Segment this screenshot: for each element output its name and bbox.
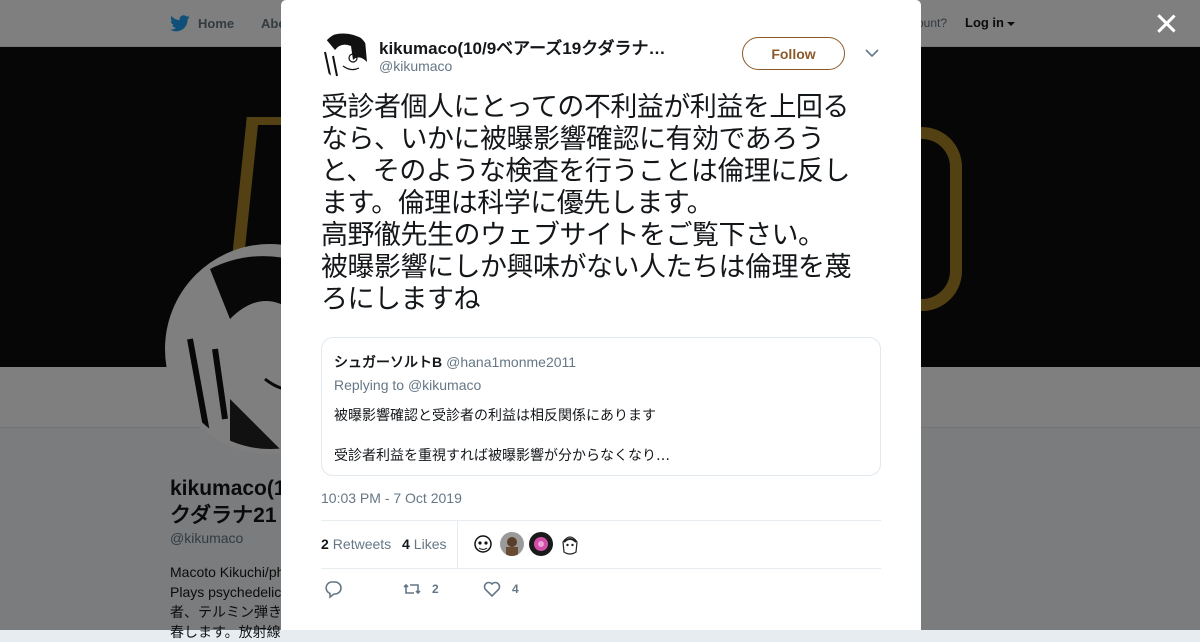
likes-count: 4 — [402, 536, 410, 552]
close-icon[interactable] — [1152, 10, 1180, 38]
reply-icon — [325, 581, 342, 599]
tweet-text-line: と、そのような検査を行うことは倫理に反し — [321, 156, 850, 187]
reply-button[interactable] — [323, 579, 343, 599]
liker-avatar[interactable] — [500, 532, 524, 556]
quoted-author-handle: @hana1monme2011 — [446, 354, 577, 370]
replying-mention-link[interactable]: @kikumaco — [408, 377, 481, 393]
replying-to: Replying to @kikumaco — [334, 377, 481, 393]
tweet-stats: 2 Retweets 4 Likes — [321, 520, 881, 569]
like-count: 4 — [512, 582, 519, 596]
likes-stat[interactable]: 4 Likes — [402, 536, 446, 552]
stats-divider — [457, 521, 458, 568]
quoted-tweet-card[interactable]: シュガーソルトB @hana1monme2011 Replying to @kik… — [321, 337, 881, 476]
tweet-timestamp[interactable]: 10:03 PM - 7 Oct 2019 — [321, 490, 462, 506]
tweet-modal: kikumaco(10/9ベアーズ19クダラナ… @kikumaco Follo… — [281, 0, 921, 630]
liker-avatar[interactable] — [529, 532, 553, 556]
retweets-count: 2 — [321, 536, 329, 552]
like-button[interactable]: 4 — [482, 579, 519, 599]
retweet-count: 2 — [432, 582, 439, 596]
tweet-text: 受診者個人にとっての不利益が利益を上回る なら、いかに被曝影響確認に有効であろう… — [321, 92, 886, 316]
quoted-text-line: 受診者利益を重視すれば被曝影響が分からなくなり… — [334, 448, 670, 464]
author-avatar[interactable] — [321, 32, 369, 80]
liker-avatar[interactable] — [471, 532, 495, 556]
quoted-author-name: シュガーソルトB — [334, 354, 443, 370]
heart-icon — [483, 581, 501, 598]
likes-label: Likes — [413, 536, 447, 552]
retweet-icon — [403, 583, 421, 595]
tweet-text-line: なら、いかに被曝影響確認に有効であろう — [321, 124, 825, 155]
quoted-text-line: 被曝影響確認と受診者の利益は相反関係にあります — [334, 408, 656, 424]
replying-prefix: Replying to — [334, 377, 405, 393]
tweet-text-line: 高野徹先生のウェブサイトをご覧下さい。 — [321, 220, 825, 251]
tweet-text-line: 受診者個人にとっての不利益が利益を上回る — [321, 92, 849, 123]
retweets-stat[interactable]: 2 Retweets — [321, 536, 391, 552]
retweet-button[interactable]: 2 — [402, 579, 439, 599]
tweet-actions: 2 4 — [321, 575, 881, 605]
chevron-down-icon[interactable] — [865, 48, 879, 58]
quoted-author: シュガーソルトB @hana1monme2011 — [334, 352, 576, 372]
tweet-text-line: ます。倫理は科学に優先します。 — [321, 188, 714, 219]
author-name[interactable]: kikumaco(10/9ベアーズ19クダラナ… — [379, 34, 694, 59]
avatar-illustration — [321, 32, 369, 80]
tweet-text-line: ろにしますね — [321, 284, 481, 315]
author-handle[interactable]: @kikumaco — [379, 58, 452, 74]
liker-avatars — [471, 532, 582, 556]
follow-button[interactable]: Follow — [742, 37, 845, 70]
liker-avatar[interactable] — [558, 532, 582, 556]
retweets-label: Retweets — [332, 536, 392, 552]
tweet-text-line: 被曝影響にしか興味がない人たちは倫理を蔑 — [321, 252, 852, 283]
